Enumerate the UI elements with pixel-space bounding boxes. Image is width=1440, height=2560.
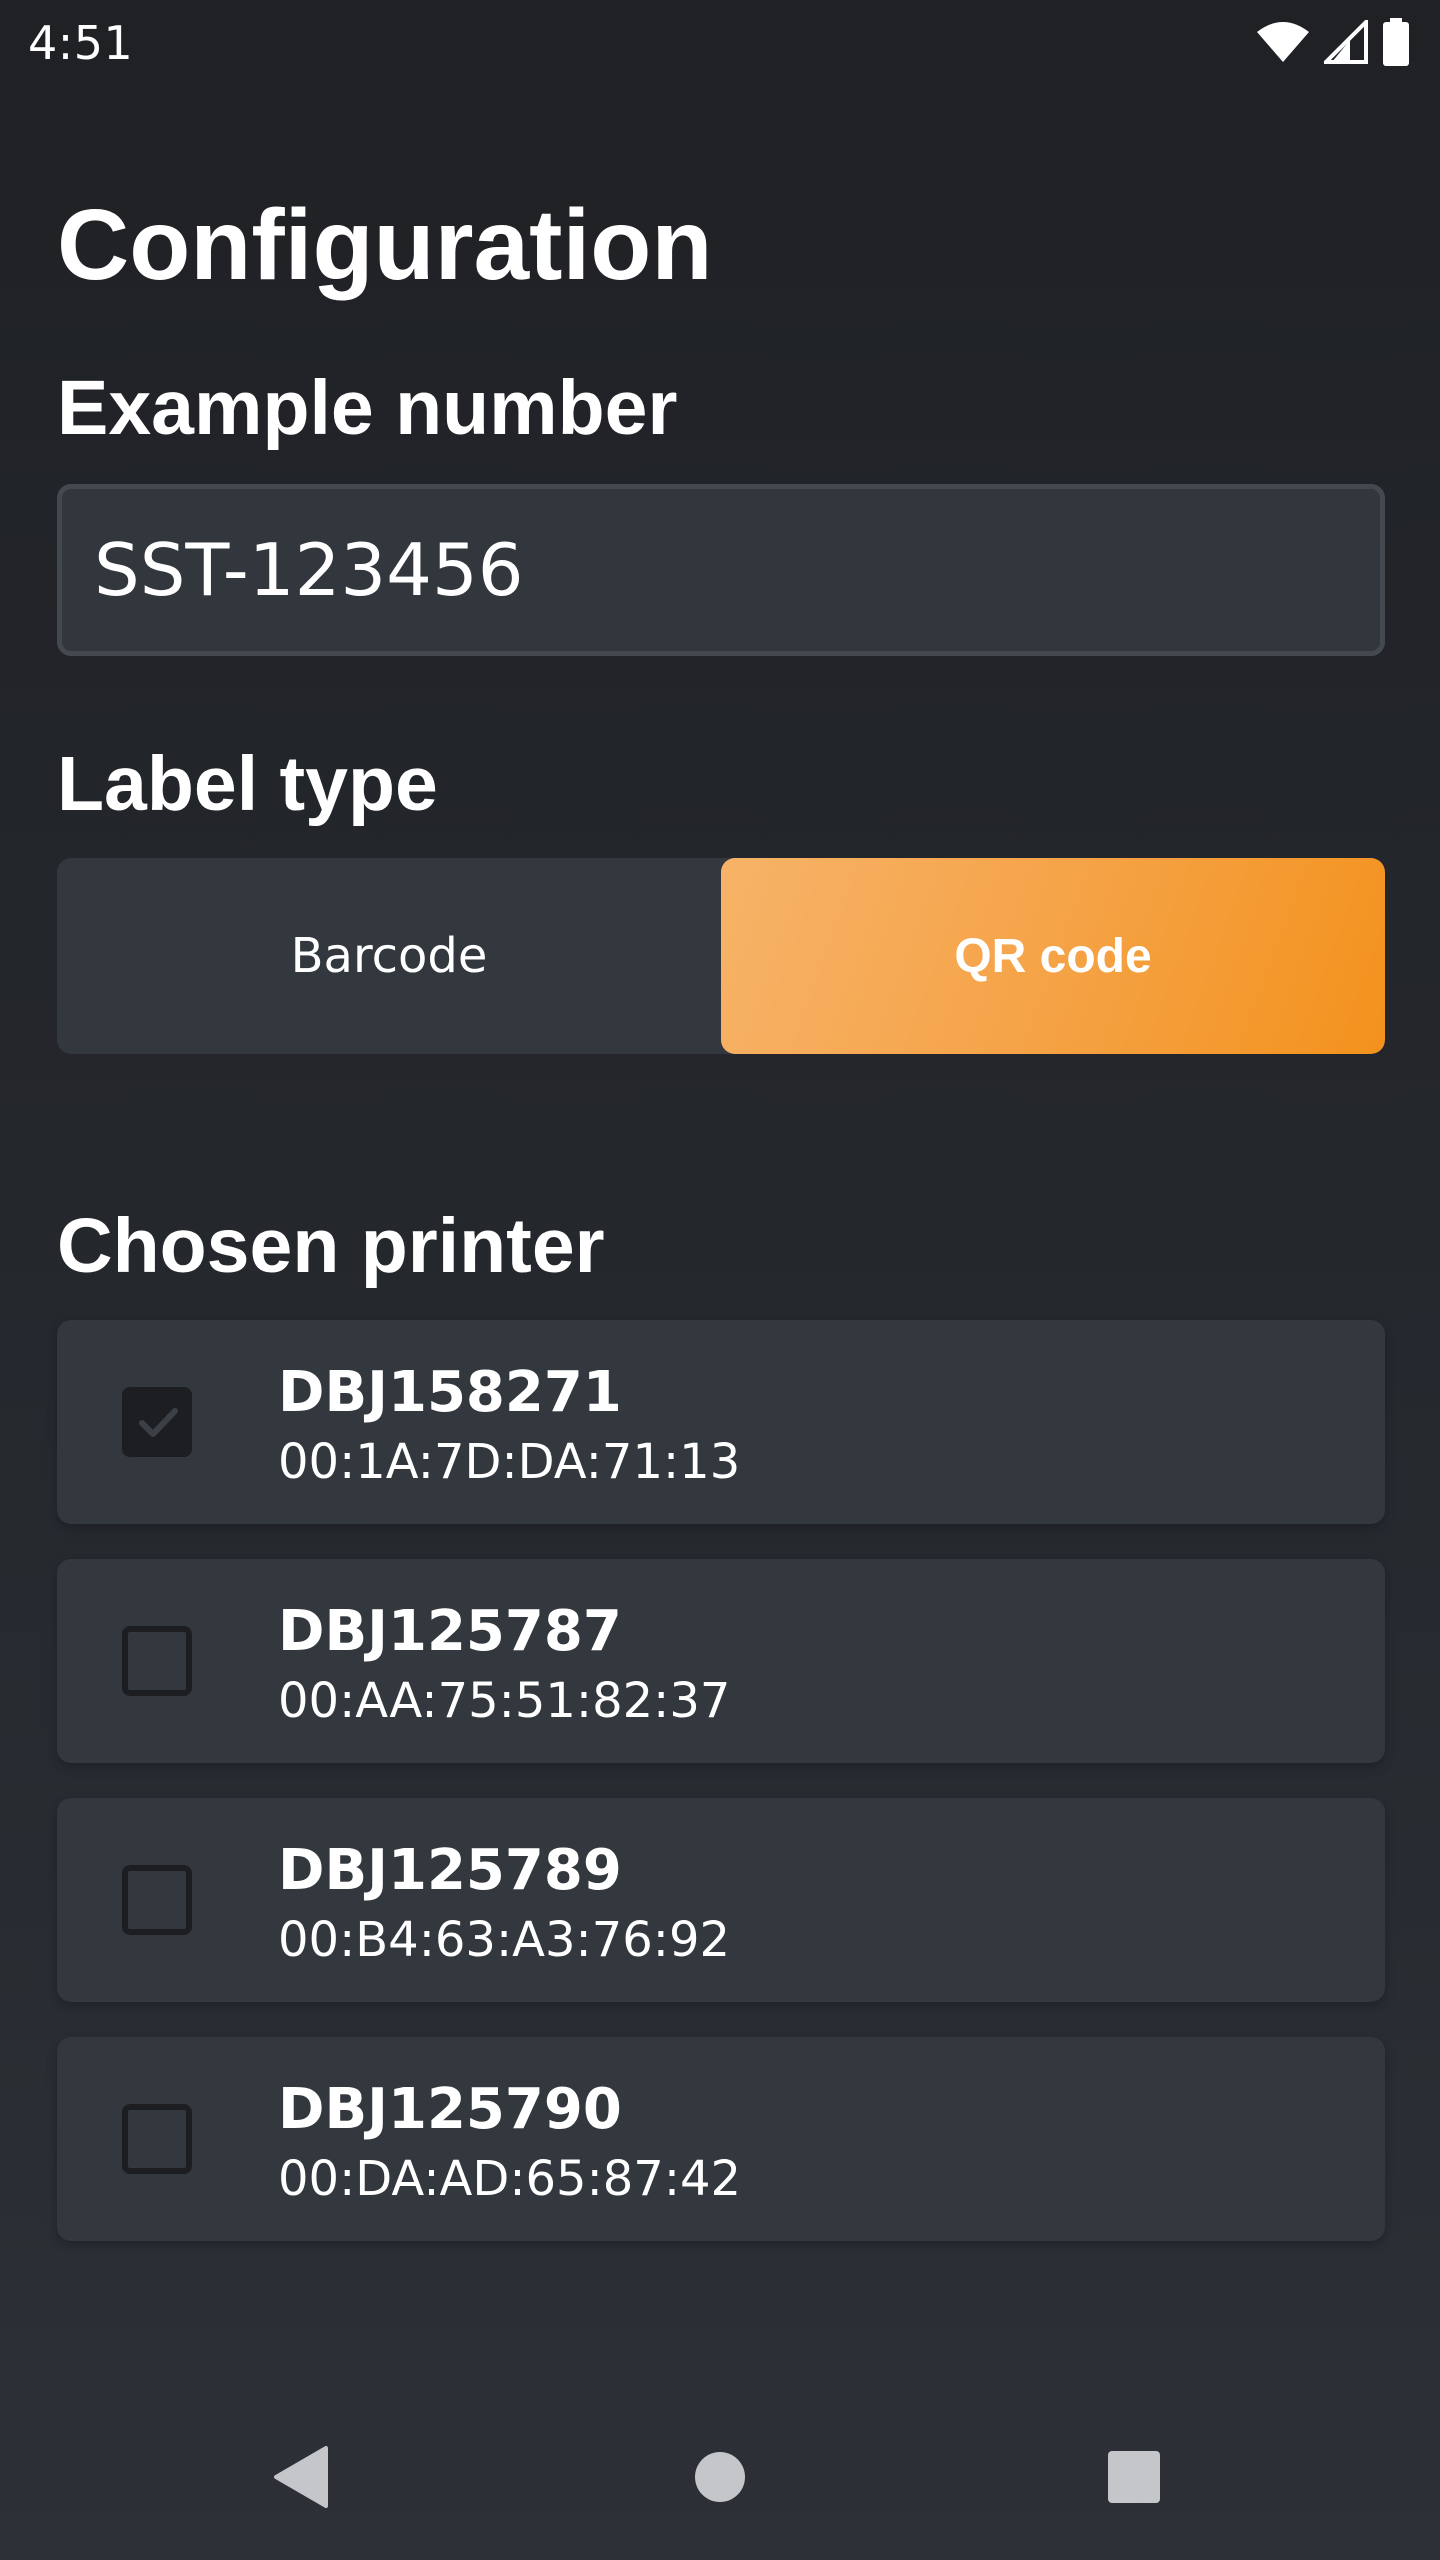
printer-item[interactable]: DBJ125789 00:B4:63:A3:76:92 (57, 1798, 1385, 2002)
printer-checkbox[interactable] (122, 1865, 192, 1935)
printer-list: DBJ158271 00:1A:7D:DA:71:13 DBJ125787 00… (57, 1320, 1385, 2276)
chosen-printer-heading: Chosen printer (57, 1203, 605, 1289)
home-button[interactable] (620, 2394, 820, 2560)
checkmark-icon (139, 1408, 178, 1437)
printer-item[interactable]: DBJ158271 00:1A:7D:DA:71:13 (57, 1320, 1385, 1524)
barcode-option[interactable]: Barcode (57, 858, 721, 1054)
wifi-icon (1256, 20, 1310, 64)
printer-name: DBJ125790 (278, 2077, 622, 2142)
recents-icon (1108, 2451, 1160, 2503)
navigation-bar (0, 2394, 1440, 2560)
example-number-input[interactable] (57, 484, 1385, 656)
example-number-heading: Example number (57, 365, 678, 451)
back-icon (274, 2446, 328, 2508)
printer-item[interactable]: DBJ125787 00:AA:75:51:82:37 (57, 1559, 1385, 1763)
printer-name: DBJ158271 (278, 1360, 622, 1425)
printer-mac-address: 00:B4:63:A3:76:92 (278, 1912, 731, 1968)
home-icon (695, 2452, 745, 2502)
printer-mac-address: 00:DA:AD:65:87:42 (278, 2151, 742, 2207)
status-icons (1256, 18, 1410, 66)
printer-name: DBJ125789 (278, 1838, 622, 1903)
battery-icon (1382, 18, 1410, 66)
printer-name: DBJ125787 (278, 1599, 622, 1664)
back-button[interactable] (200, 2394, 400, 2560)
printer-mac-address: 00:AA:75:51:82:37 (278, 1673, 731, 1729)
label-type-selector: Barcode QR code (57, 858, 1385, 1054)
printer-checkbox[interactable] (122, 2104, 192, 2174)
page-title: Configuration (57, 189, 713, 301)
printer-checkbox[interactable] (122, 1387, 192, 1457)
signal-icon (1324, 20, 1368, 64)
recents-button[interactable] (1034, 2394, 1234, 2560)
printer-mac-address: 00:1A:7D:DA:71:13 (278, 1434, 741, 1490)
label-type-heading: Label type (57, 741, 438, 827)
printer-checkbox[interactable] (122, 1626, 192, 1696)
qr-code-option[interactable]: QR code (721, 858, 1385, 1054)
printer-item[interactable]: DBJ125790 00:DA:AD:65:87:42 (57, 2037, 1385, 2241)
status-bar: 4:51 (0, 0, 1440, 84)
status-time: 4:51 (28, 16, 134, 70)
